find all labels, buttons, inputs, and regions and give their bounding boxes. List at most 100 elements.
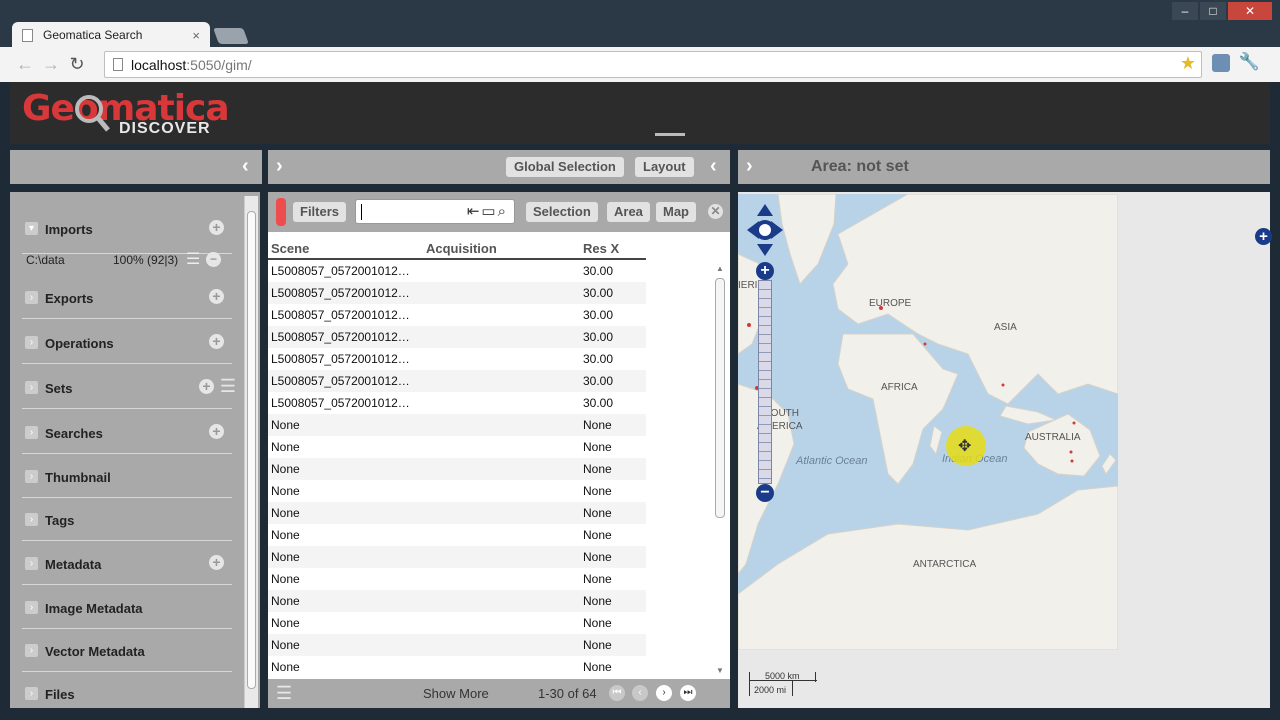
global-selection-button[interactable]: Global Selection (506, 157, 624, 177)
browser-tab[interactable]: Geomatica Search × (12, 22, 210, 48)
extension-icon[interactable] (1212, 54, 1230, 72)
world-map[interactable]: IERICA EUROPE ASIA AFRICA SOUTH AMERICA … (738, 194, 1118, 650)
table-row[interactable]: None None (268, 590, 646, 612)
close-window-button[interactable]: ✕ (1228, 2, 1272, 20)
collapse-left-icon[interactable]: ‹ (242, 155, 249, 178)
expand-icon[interactable]: › (25, 336, 38, 349)
expand-left-icon[interactable]: › (276, 155, 283, 178)
table-row[interactable]: L5008057_0572001012… 30.00 (268, 304, 646, 326)
zoom-slider-track[interactable] (758, 280, 772, 484)
expand-icon[interactable]: ▾ (25, 222, 38, 235)
zoom-in-icon[interactable]: + (756, 262, 774, 280)
sidebar-section-files[interactable]: › Files (22, 671, 232, 708)
table-row[interactable]: None None (268, 568, 646, 590)
sidebar-section-searches[interactable]: › Searches + (22, 410, 232, 454)
list-icon[interactable]: ☰ (186, 249, 200, 269)
minimize-button[interactable]: – (1172, 2, 1198, 20)
add-icon[interactable]: + (209, 555, 224, 570)
add-icon[interactable]: + (209, 220, 224, 235)
list-icon[interactable]: ☰ (220, 376, 236, 397)
expand-icon[interactable]: › (25, 513, 38, 526)
add-icon[interactable]: + (209, 334, 224, 349)
sidebar-section-exports[interactable]: › Exports + (22, 275, 232, 319)
wrench-icon[interactable]: 🔧 (1239, 52, 1260, 72)
expand-icon[interactable]: › (25, 644, 38, 657)
close-icon[interactable]: ✕ (708, 204, 723, 219)
new-tab-button[interactable] (213, 28, 249, 44)
add-icon[interactable]: + (199, 379, 214, 394)
expand-icon[interactable]: › (25, 557, 38, 570)
scroll-thumb[interactable] (715, 278, 725, 518)
status-indicator[interactable] (276, 198, 286, 226)
table-row[interactable]: None None (268, 502, 646, 524)
expand-icon[interactable]: › (25, 470, 38, 483)
table-row[interactable]: None None (268, 436, 646, 458)
bookmark-star-icon[interactable]: ★ (1180, 53, 1196, 74)
add-icon[interactable]: + (209, 289, 224, 304)
table-row[interactable]: None None (268, 458, 646, 480)
map-button[interactable]: Map (656, 202, 696, 222)
table-scrollbar[interactable]: ▲ ▼ (712, 262, 728, 676)
area-button[interactable]: Area (607, 202, 650, 222)
sidebar-section-imports[interactable]: ▾ Imports + (22, 206, 232, 254)
sidebar-section-image-metadata[interactable]: › Image Metadata (22, 585, 232, 629)
table-row[interactable]: L5008057_0572001012… 30.00 (268, 260, 646, 282)
zoom-control[interactable]: + − (755, 262, 775, 504)
table-row[interactable]: L5008057_0572001012… 30.00 (268, 348, 646, 370)
sidebar-section-tags[interactable]: › Tags (22, 497, 232, 541)
add-panel-icon[interactable]: + (1255, 228, 1272, 245)
layout-button[interactable]: Layout (635, 157, 694, 177)
table-row[interactable]: L5008057_0572001012… 30.00 (268, 392, 646, 414)
add-icon[interactable]: + (209, 424, 224, 439)
search-tools-icon[interactable]: ⇤▭⌕ (467, 202, 508, 220)
reload-icon[interactable]: ↻ (64, 54, 90, 75)
expand-icon[interactable]: › (25, 601, 38, 614)
table-row[interactable]: None None (268, 634, 646, 656)
prev-page-icon[interactable]: ‹ (632, 685, 648, 701)
show-more-button[interactable]: Show More (423, 686, 489, 701)
table-row[interactable]: None None (268, 612, 646, 634)
scroll-thumb[interactable] (247, 211, 256, 689)
back-icon[interactable]: ← (12, 54, 38, 75)
sidebar-section-metadata[interactable]: › Metadata + (22, 541, 232, 585)
table-row[interactable]: None None (268, 546, 646, 568)
table-row[interactable]: L5008057_0572001012… 30.00 (268, 370, 646, 392)
sidebar-section-thumbnail[interactable]: › Thumbnail (22, 454, 232, 498)
expand-icon[interactable]: › (25, 687, 38, 700)
table-row[interactable]: None None (268, 480, 646, 502)
remove-icon[interactable]: − (206, 252, 221, 267)
forward-icon[interactable]: → (38, 54, 64, 75)
column-header-resx[interactable]: Res X (583, 241, 619, 256)
column-header-acquisition[interactable]: Acquisition (426, 241, 497, 256)
zoom-out-icon[interactable]: − (756, 484, 774, 502)
import-row[interactable]: C:\data 100% (92|3) ☰ − (26, 251, 232, 269)
collapse-right-icon[interactable]: ‹ (710, 155, 717, 178)
column-header-scene[interactable]: Scene (271, 241, 309, 256)
last-page-icon[interactable]: ⏭ (680, 685, 696, 701)
sidebar-section-vector-metadata[interactable]: › Vector Metadata (22, 628, 232, 672)
pan-control-icon[interactable] (747, 204, 783, 256)
first-page-icon[interactable]: ⏮ (609, 685, 625, 701)
scroll-down-icon[interactable]: ▼ (716, 666, 724, 675)
selection-button[interactable]: Selection (526, 202, 598, 222)
table-row[interactable]: L5008057_0572001012… 30.00 (268, 282, 646, 304)
expand-right-icon[interactable]: › (746, 155, 753, 178)
sidebar-section-operations[interactable]: › Operations + (22, 320, 232, 364)
next-page-icon[interactable]: › (656, 685, 672, 701)
header-handle[interactable] (655, 133, 685, 136)
table-row[interactable]: None None (268, 656, 646, 678)
address-bar[interactable]: localhost:5050/gim/ (104, 51, 1202, 78)
sidebar-scrollbar[interactable] (244, 196, 258, 708)
search-input[interactable]: ⇤▭⌕ (355, 199, 515, 224)
expand-icon[interactable]: › (25, 291, 38, 304)
table-row[interactable]: None None (268, 524, 646, 546)
maximize-button[interactable]: □ (1200, 2, 1226, 20)
sidebar-section-sets[interactable]: › Sets + ☰ (22, 365, 236, 409)
filters-button[interactable]: Filters (293, 202, 347, 222)
menu-icon[interactable]: ☰ (276, 683, 292, 704)
expand-icon[interactable]: › (25, 381, 38, 394)
table-row[interactable]: L5008057_0572001012… 30.00 (268, 326, 646, 348)
table-row[interactable]: None None (268, 414, 646, 436)
expand-icon[interactable]: › (25, 426, 38, 439)
tab-close-icon[interactable]: × (192, 28, 200, 43)
